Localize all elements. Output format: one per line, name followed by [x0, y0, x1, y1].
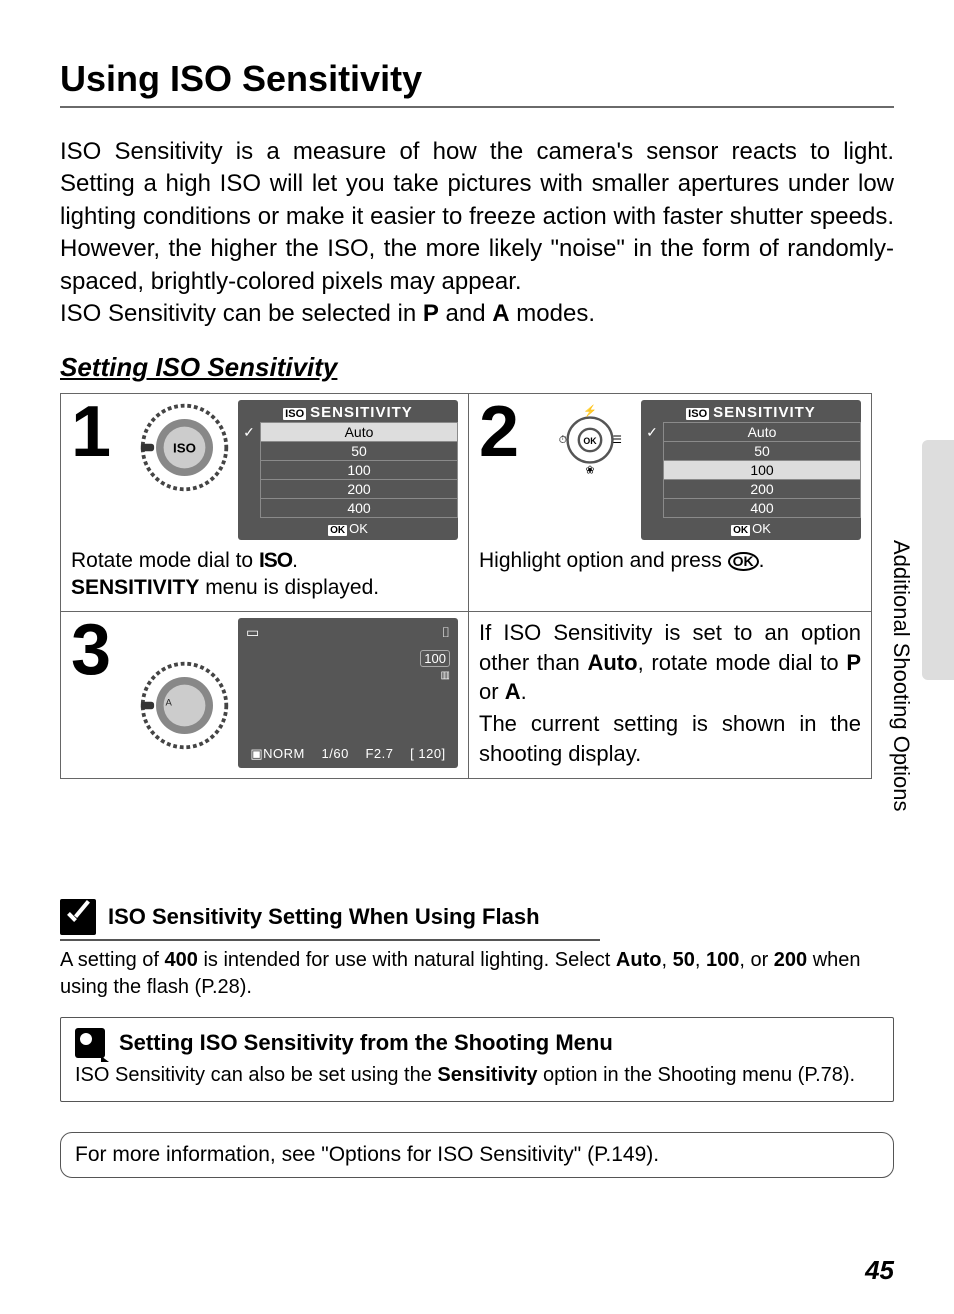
svg-text:☰: ☰	[613, 436, 622, 447]
text: , or	[739, 949, 773, 971]
aperture-value: F2.7	[365, 746, 393, 762]
step-1-cell: 1 ISO ISO SENSITIVITY ✓Auto 50 100 200 40…	[61, 394, 469, 612]
svg-text:OK: OK	[583, 436, 597, 446]
text-bold: 50	[673, 949, 695, 971]
iso-tag-icon: ISO	[686, 408, 709, 420]
note-title: ISO Sensitivity Setting When Using Flash	[108, 904, 540, 930]
text-bold: SENSITIVITY	[71, 576, 199, 599]
text-bold: 400	[165, 949, 198, 971]
step-2-caption: Highlight option and press OK.	[479, 548, 861, 574]
mode-a-icon: A	[492, 300, 509, 327]
text: menu is displayed.	[199, 576, 379, 599]
text: The current setting is shown in the shoo…	[479, 709, 861, 768]
mode-a-icon: A	[505, 679, 521, 704]
text: ISO Sensitivity can be selected in	[60, 300, 423, 327]
text: modes.	[510, 300, 595, 327]
intro-paragraph: ISO Sensitivity is a measure of how the …	[60, 136, 894, 298]
lcd-option: 50	[260, 442, 458, 461]
text-bold: Auto	[587, 650, 637, 675]
svg-text:⚡: ⚡	[583, 404, 597, 418]
mode-dial-icon: A	[137, 658, 232, 753]
text: , rotate mode dial to	[638, 650, 847, 675]
lcd-screen-1: ISO SENSITIVITY ✓Auto 50 100 200 400 OKOK	[238, 400, 458, 540]
note-more-info: For more information, see "Options for I…	[60, 1132, 894, 1178]
side-label: Additional Shooting Options	[888, 540, 914, 812]
section-tab	[922, 440, 954, 680]
frame-count: [ 120]	[410, 746, 446, 762]
text: A setting of	[60, 949, 165, 971]
lcd-option: 400	[663, 499, 861, 518]
lcd-screen-2: ISO SENSITIVITY ✓Auto 50 100 200 400 OKOK	[641, 400, 861, 540]
ok-tag-icon: OK	[731, 525, 750, 536]
check-icon	[60, 899, 96, 935]
quality-label: NORM	[263, 746, 305, 761]
lcd-shooting-display: ▭ ⌷ 100▥ ▣NORM 1/60 F2.7 [ 120]	[238, 618, 458, 768]
lcd-title-text: SENSITIVITY	[713, 404, 816, 421]
multi-selector-icon: OK ⚡ ❀ ⏱ ☰	[545, 400, 635, 485]
text: .	[521, 679, 527, 704]
note-title: Setting ISO Sensitivity from the Shootin…	[119, 1030, 613, 1056]
text: .	[292, 549, 298, 572]
step-number-1: 1	[71, 400, 129, 465]
note-shooting-menu: Setting ISO Sensitivity from the Shootin…	[60, 1017, 894, 1102]
lcd-option: 200	[663, 480, 861, 499]
text-bold: 200	[774, 949, 807, 971]
lcd-option: 100	[663, 461, 861, 480]
mode-dial-icon: ISO	[137, 400, 232, 495]
text: ,	[695, 949, 706, 971]
text: Highlight option and press	[479, 549, 728, 572]
lcd-option: Auto	[663, 422, 861, 442]
mode-p-icon: P	[846, 650, 861, 675]
note-body: ISO Sensitivity can also be set using th…	[75, 1064, 879, 1087]
icon: ▭	[246, 624, 259, 641]
page-title: Using ISO Sensitivity	[60, 58, 894, 108]
icon: ⌷	[442, 624, 450, 641]
subheading: Setting ISO Sensitivity	[60, 352, 894, 383]
page-number: 45	[865, 1255, 894, 1286]
svg-text:ISO: ISO	[173, 441, 196, 456]
lcd-option: 100	[260, 461, 458, 480]
step-3-cell: 3 A ▭ ⌷ 100▥ ▣NORM 1/60 F2.7	[61, 611, 469, 778]
mode-p-icon: P	[423, 300, 439, 327]
lcd-option: Auto	[260, 422, 458, 442]
text: or	[479, 679, 505, 704]
step-number-3: 3	[71, 618, 129, 683]
intro-modes-line: ISO Sensitivity can be selected in P and…	[60, 298, 894, 330]
lcd-option: 50	[663, 442, 861, 461]
svg-text:⏱: ⏱	[559, 436, 567, 447]
step-3-info-cell: If ISO Sensitivity is set to an option o…	[469, 611, 872, 778]
iso-tag-icon: ISO	[283, 408, 306, 420]
note-flash: ISO Sensitivity Setting When Using Flash…	[60, 899, 894, 1001]
note-body: A setting of 400 is intended for use wit…	[60, 947, 894, 1001]
text: ,	[661, 949, 672, 971]
ok-tag-icon: OK	[328, 525, 347, 536]
camera-icon	[75, 1028, 105, 1058]
steps-table: 1 ISO ISOSENSITIVITY ✓Auto 50 100 200 40…	[60, 393, 872, 779]
lcd-ok-text: OK	[752, 521, 771, 536]
text: option in the Shooting menu (P.78).	[537, 1064, 855, 1086]
lcd-option: 400	[260, 499, 458, 518]
text: and	[439, 300, 492, 327]
lcd-title-text: SENSITIVITY	[310, 404, 413, 421]
svg-text:❀: ❀	[585, 465, 594, 477]
ok-button-icon: OK	[728, 552, 759, 571]
lcd-ok-text: OK	[349, 521, 368, 536]
shutter-value: 1/60	[322, 746, 349, 762]
text: .	[759, 549, 765, 572]
iso-word-icon: ISO	[259, 549, 292, 572]
svg-text:A: A	[166, 697, 173, 708]
text-bold: Auto	[616, 949, 662, 971]
text-bold: Sensitivity	[437, 1064, 537, 1086]
iso-badge: 100	[420, 650, 450, 667]
step-number-2: 2	[479, 400, 537, 465]
text: ISO Sensitivity can also be set using th…	[75, 1064, 437, 1086]
step-2-cell: 2 OK ⚡ ❀ ⏱ ☰	[469, 394, 872, 612]
text-bold: 100	[706, 949, 739, 971]
checkmark-icon: ✓	[641, 424, 663, 441]
text: is intended for use with natural lightin…	[198, 949, 616, 971]
text: Rotate mode dial to	[71, 549, 259, 572]
checkmark-icon: ✓	[238, 424, 260, 441]
lcd-option: 200	[260, 480, 458, 499]
step-1-caption: Rotate mode dial to ISO. SENSITIVITY men…	[71, 548, 458, 601]
